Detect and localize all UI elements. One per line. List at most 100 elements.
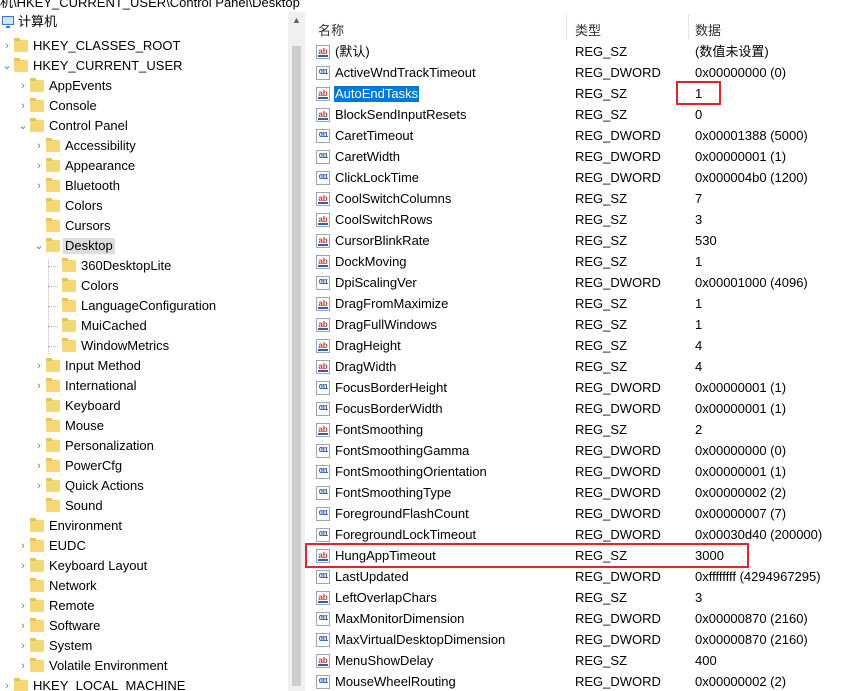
- chevron-right-icon[interactable]: ›: [18, 620, 28, 632]
- tree-item-personalization[interactable]: › Personalization: [0, 436, 288, 456]
- tree-item-360desktoplite[interactable]: 360DesktopLite: [0, 256, 288, 276]
- tree-item-appevents[interactable]: › AppEvents: [0, 76, 288, 96]
- tree-item-hkey-current-user[interactable]: ⌄ HKEY_CURRENT_USER: [0, 56, 288, 76]
- value-row-focusborderwidth[interactable]: 011 FocusBorderWidth REG_DWORD 0x00000001 (…: [308, 399, 856, 420]
- tree-item-powercfg[interactable]: › PowerCfg: [0, 456, 288, 476]
- tree-item-mouse[interactable]: Mouse: [0, 416, 288, 436]
- chevron-right-icon[interactable]: ›: [34, 460, 44, 472]
- folder-icon: [62, 278, 76, 292]
- tree-root-computer[interactable]: 计算机: [0, 12, 288, 32]
- value-row-clicklocktime[interactable]: 011 ClickLockTime REG_DWORD 0x000004b0 (120…: [308, 168, 856, 189]
- value-row-coolswitchrows[interactable]: ab CoolSwitchRows REG_SZ 3: [308, 210, 856, 231]
- chevron-right-icon[interactable]: ›: [2, 680, 12, 691]
- value-row-mousewheelrouting[interactable]: 011 MouseWheelRouting REG_DWORD 0x00000002 …: [308, 672, 856, 691]
- value-row-lastupdated[interactable]: 011 LastUpdated REG_DWORD 0xffffffff (42949…: [308, 567, 856, 588]
- chevron-down-icon[interactable]: ⌄: [18, 120, 28, 132]
- tree-item-accessibility[interactable]: › Accessibility: [0, 136, 288, 156]
- value-row-coolswitchcolumns[interactable]: ab CoolSwitchColumns REG_SZ 7: [308, 189, 856, 210]
- value-row-caretwidth[interactable]: 011 CaretWidth REG_DWORD 0x00000001 (1): [308, 147, 856, 168]
- tree-item-muicached[interactable]: MuiCached: [0, 316, 288, 336]
- tree-item-cursors[interactable]: Cursors: [0, 216, 288, 236]
- value-data: 400: [695, 653, 717, 668]
- tree-item-hkey-classes-root[interactable]: › HKEY_CLASSES_ROOT: [0, 36, 288, 56]
- chevron-right-icon[interactable]: ›: [18, 80, 28, 92]
- registry-values-list[interactable]: 名称 类型 数据 ab (默认) REG_SZ (数值未设置) 011 ActiveWnd…: [308, 12, 856, 691]
- tree-scroll-thumb[interactable]: [292, 46, 301, 686]
- tree-item-hkey-local-machine[interactable]: › HKEY_LOCAL_MACHINE: [0, 676, 288, 691]
- tree-item-colors[interactable]: Colors: [0, 196, 288, 216]
- tree-item-remote[interactable]: › Remote: [0, 596, 288, 616]
- column-divider[interactable]: [566, 14, 567, 40]
- value-row-foregroundflashcount[interactable]: 011 ForegroundFlashCount REG_DWORD 0x000000…: [308, 504, 856, 525]
- registry-key-tree[interactable]: 计算机 › HKEY_CLASSES_ROOT ⌄ HKEY_CURRENT_USER…: [0, 12, 288, 691]
- chevron-right-icon[interactable]: ›: [34, 180, 44, 192]
- value-row-cursorblinkrate[interactable]: ab CursorBlinkRate REG_SZ 530: [308, 231, 856, 252]
- address-bar[interactable]: 机\HKEY_CURRENT_USER\Control Panel\Deskto…: [0, 0, 856, 12]
- value-row-maxvirtualdesktopdimension[interactable]: 011 MaxVirtualDesktopDimension REG_DWORD 0x…: [308, 630, 856, 651]
- tree-item-network[interactable]: Network: [0, 576, 288, 596]
- value-row-dragfullwindows[interactable]: ab DragFullWindows REG_SZ 1: [308, 315, 856, 336]
- value-data: 0x00000000 (0): [695, 65, 787, 80]
- tree-item-international[interactable]: › International: [0, 376, 288, 396]
- column-divider[interactable]: [688, 14, 689, 40]
- value-row-maxmonitordimension[interactable]: 011 MaxMonitorDimension REG_DWORD 0x0000087…: [308, 609, 856, 630]
- tree-item-languageconfiguration[interactable]: LanguageConfiguration: [0, 296, 288, 316]
- tree-item-input-method[interactable]: › Input Method: [0, 356, 288, 376]
- chevron-right-icon[interactable]: ›: [2, 40, 12, 52]
- chevron-right-icon[interactable]: ›: [18, 540, 28, 552]
- tree-item-windowmetrics[interactable]: WindowMetrics: [0, 336, 288, 356]
- tree-item-control-panel[interactable]: ⌄ Control Panel: [0, 116, 288, 136]
- tree-item-desktop[interactable]: ⌄ Desktop: [0, 236, 288, 256]
- scroll-up-arrow-icon[interactable]: ▲: [288, 12, 305, 29]
- value-row-dragwidth[interactable]: ab DragWidth REG_SZ 4: [308, 357, 856, 378]
- chevron-right-icon[interactable]: ›: [34, 380, 44, 392]
- chevron-right-icon[interactable]: ›: [18, 100, 28, 112]
- tree-scrollbar[interactable]: ▲: [288, 12, 305, 691]
- chevron-right-icon[interactable]: ›: [18, 560, 28, 572]
- tree-item-keyboard[interactable]: Keyboard: [0, 396, 288, 416]
- tree-item-keyboard-layout[interactable]: › Keyboard Layout: [0, 556, 288, 576]
- column-header-data[interactable]: 数据: [695, 20, 721, 39]
- value-row-focusborderheight[interactable]: 011 FocusBorderHeight REG_DWORD 0x00000001 …: [308, 378, 856, 399]
- value-row-carettimeout[interactable]: 011 CaretTimeout REG_DWORD 0x00001388 (5000…: [308, 126, 856, 147]
- tree-item-bluetooth[interactable]: › Bluetooth: [0, 176, 288, 196]
- value-row-activewndtracktimeout[interactable]: 011 ActiveWndTrackTimeout REG_DWORD 0x00000…: [308, 63, 856, 84]
- value-row-blocksendinputresets[interactable]: ab BlockSendInputResets REG_SZ 0: [308, 105, 856, 126]
- chevron-down-icon[interactable]: ⌄: [2, 60, 12, 72]
- reg-string-icon: ab: [316, 339, 330, 353]
- value-row-dragfrommaximize[interactable]: ab DragFromMaximize REG_SZ 1: [308, 294, 856, 315]
- tree-item-console[interactable]: › Console: [0, 96, 288, 116]
- value-row-fontsmoothingorientation[interactable]: 011 FontSmoothingOrientation REG_DWORD 0x00…: [308, 462, 856, 483]
- chevron-right-icon[interactable]: ›: [34, 360, 44, 372]
- chevron-right-icon[interactable]: ›: [34, 480, 44, 492]
- tree-item-software[interactable]: › Software: [0, 616, 288, 636]
- value-row-dragheight[interactable]: ab DragHeight REG_SZ 4: [308, 336, 856, 357]
- value-row-fontsmoothinggamma[interactable]: 011 FontSmoothingGamma REG_DWORD 0x00000000…: [308, 441, 856, 462]
- value-row-menushowdelay[interactable]: ab MenuShowDelay REG_SZ 400: [308, 651, 856, 672]
- value-row-dockmoving[interactable]: ab DockMoving REG_SZ 1: [308, 252, 856, 273]
- folder-icon: [62, 338, 76, 352]
- tree-item-system[interactable]: › System: [0, 636, 288, 656]
- tree-item-environment[interactable]: Environment: [0, 516, 288, 536]
- value-row-dpiscalingver[interactable]: 011 DpiScalingVer REG_DWORD 0x00001000 (409…: [308, 273, 856, 294]
- tree-item-sound[interactable]: Sound: [0, 496, 288, 516]
- chevron-right-icon[interactable]: ›: [18, 640, 28, 652]
- chevron-down-icon[interactable]: ⌄: [34, 240, 44, 252]
- value-row-fontsmoothing[interactable]: ab FontSmoothing REG_SZ 2: [308, 420, 856, 441]
- chevron-right-icon[interactable]: ›: [18, 660, 28, 672]
- chevron-right-icon[interactable]: ›: [18, 600, 28, 612]
- chevron-right-icon[interactable]: ›: [34, 140, 44, 152]
- value-row-fontsmoothingtype[interactable]: 011 FontSmoothingType REG_DWORD 0x00000002 …: [308, 483, 856, 504]
- tree-item-appearance[interactable]: › Appearance: [0, 156, 288, 176]
- tree-item-eudc[interactable]: › EUDC: [0, 536, 288, 556]
- chevron-right-icon[interactable]: ›: [34, 160, 44, 172]
- chevron-right-icon[interactable]: ›: [34, 440, 44, 452]
- column-header-name[interactable]: 名称: [318, 20, 344, 39]
- tree-item-quick-actions[interactable]: › Quick Actions: [0, 476, 288, 496]
- value-row-leftoverlapchars[interactable]: ab LeftOverlapChars REG_SZ 3: [308, 588, 856, 609]
- tree-item-volatile-environment[interactable]: › Volatile Environment: [0, 656, 288, 676]
- value-row-[interactable]: ab (默认) REG_SZ (数值未设置): [308, 42, 856, 63]
- value-row-autoendtasks[interactable]: ab AutoEndTasks REG_SZ 1: [308, 84, 856, 105]
- column-header-type[interactable]: 类型: [575, 20, 601, 39]
- tree-item-colors[interactable]: Colors: [0, 276, 288, 296]
